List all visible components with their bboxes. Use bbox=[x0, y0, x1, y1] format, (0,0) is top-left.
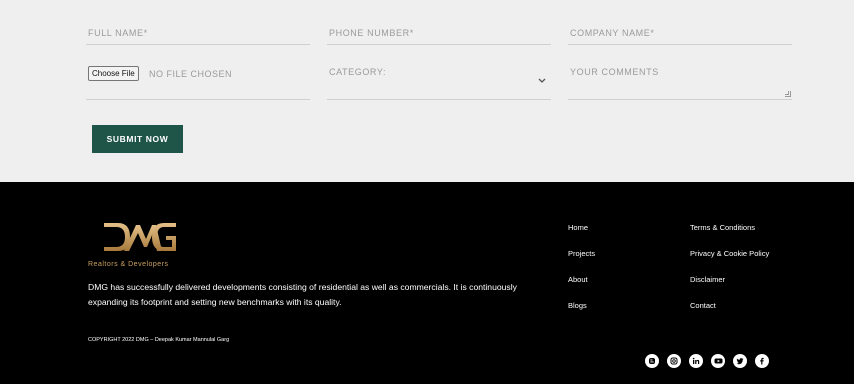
company-name-placeholder: COMPANY NAME* bbox=[570, 28, 655, 38]
full-name-field[interactable]: FULL NAME* bbox=[86, 20, 310, 45]
full-name-placeholder: FULL NAME* bbox=[88, 28, 148, 38]
company-name-field[interactable]: COMPANY NAME* bbox=[568, 20, 792, 45]
footer-link-about[interactable]: About bbox=[568, 275, 595, 301]
footer-link-home[interactable]: Home bbox=[568, 223, 595, 249]
phone-number-field[interactable]: PHONE NUMBER* bbox=[327, 20, 551, 45]
footer-link-contact[interactable]: Contact bbox=[690, 301, 769, 327]
social-links bbox=[645, 354, 769, 368]
about-description: DMG has successfully delivered developme… bbox=[88, 282, 517, 307]
comments-textarea[interactable]: YOUR COMMENTS bbox=[568, 62, 792, 100]
footer-nav-main: Home Projects About Blogs bbox=[568, 223, 595, 327]
choose-file-button[interactable]: Choose File bbox=[88, 66, 139, 81]
blogger-icon[interactable] bbox=[645, 354, 659, 368]
linkedin-icon[interactable] bbox=[689, 354, 703, 368]
footer-link-terms[interactable]: Terms & Conditions bbox=[690, 223, 769, 249]
chevron-down-icon bbox=[538, 76, 546, 86]
instagram-icon[interactable] bbox=[667, 354, 681, 368]
category-placeholder: CATEGORY: bbox=[329, 67, 387, 77]
footer-link-projects[interactable]: Projects bbox=[568, 249, 595, 275]
contact-form-section: FULL NAME* PHONE NUMBER* COMPANY NAME* C… bbox=[0, 0, 854, 182]
footer-link-blogs[interactable]: Blogs bbox=[568, 301, 595, 327]
copyright-text: COPYRIGHT 2022 DMG – Deepak Kumar Mannul… bbox=[88, 337, 230, 343]
phone-number-placeholder: PHONE NUMBER* bbox=[329, 28, 414, 38]
facebook-icon[interactable] bbox=[755, 354, 769, 368]
comments-placeholder: YOUR COMMENTS bbox=[570, 67, 659, 77]
dmg-logo-mark-icon bbox=[104, 223, 176, 251]
youtube-icon[interactable] bbox=[711, 354, 725, 368]
dmg-logo[interactable]: Realtors & Developers bbox=[88, 219, 188, 271]
footer-nav-legal: Terms & Conditions Privacy & Cookie Poli… bbox=[690, 223, 769, 327]
site-footer: Realtors & Developers DMG has successful… bbox=[0, 182, 854, 384]
category-select[interactable]: CATEGORY: bbox=[327, 62, 551, 100]
file-upload-field: Choose File NO FILE CHOSEN bbox=[86, 62, 310, 100]
logo-tagline: Realtors & Developers bbox=[88, 261, 169, 268]
footer-link-privacy[interactable]: Privacy & Cookie Policy bbox=[690, 249, 769, 275]
submit-button[interactable]: SUBMIT NOW bbox=[92, 125, 183, 153]
no-file-chosen-text: NO FILE CHOSEN bbox=[149, 69, 233, 79]
footer-link-disclaimer[interactable]: Disclaimer bbox=[690, 275, 769, 301]
resize-handle-icon[interactable] bbox=[785, 91, 791, 97]
twitter-icon[interactable] bbox=[733, 354, 747, 368]
